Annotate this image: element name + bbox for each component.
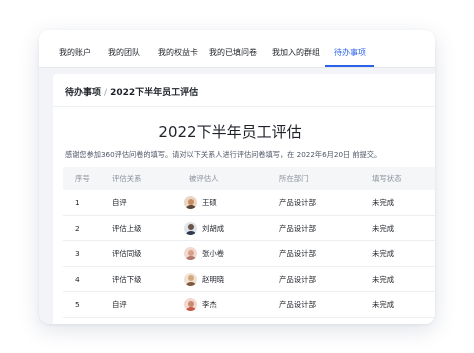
tab-my-team[interactable]: 我的团队 [108, 30, 140, 68]
row-relation: 评估同级 [112, 249, 142, 258]
table-row[interactable]: 2 评估上级 刘胡成 产品设计部 未完成 [63, 216, 435, 241]
tab-my-groups[interactable]: 我加入的群组 [272, 30, 320, 68]
header-relation: 评估关系 [112, 174, 142, 183]
person-name: 赵明晓 [202, 274, 225, 284]
row-relation: 评估下级 [112, 274, 142, 284]
row-department: 产品设计部 [279, 274, 316, 284]
table-row[interactable]: 4 评估下级 赵明晓 产品设计部 未完成 [63, 267, 435, 292]
row-department: 产品设计部 [279, 223, 316, 233]
tab-my-benefit-card[interactable]: 我的权益卡 [158, 30, 198, 68]
row-department: 产品设计部 [279, 198, 316, 207]
header-status: 填写状态 [372, 174, 402, 183]
evaluation-table: 序号 评估关系 被评估人 所在部门 填写状态 1 自评 王硕 产品设计部 未完成 [63, 167, 435, 318]
row-person: 王硕 [184, 196, 217, 209]
row-person: 张小卷 [184, 247, 224, 260]
breadcrumb: 待办事项/2022下半年员工评估 [65, 85, 198, 98]
app-window: 我的账户 我的团队 我的权益卡 我的已填问卷 我加入的群组 待办事项 待办事项 /… [39, 30, 435, 324]
row-status: 未完成 [372, 249, 395, 258]
row-person: 赵明晓 [184, 272, 225, 286]
tab-my-account[interactable]: 我的账户 [59, 30, 91, 68]
row-status: 未完成 [372, 198, 395, 207]
row-department: 产品设计部 [279, 249, 316, 258]
row-index: 1 [75, 198, 80, 207]
tab-bar: 我的账户 我的团队 我的权益卡 我的已填问卷 我加入的群组 待办事项 [39, 30, 435, 68]
page-description: 感谢您参加360评估问卷的填写。请对以下关系人进行评估问卷填写，在 2022年6… [65, 150, 382, 159]
avatar-icon [184, 298, 197, 311]
table-row[interactable]: 1 自评 王硕 产品设计部 未完成 [63, 190, 435, 216]
row-index: 2 [75, 223, 80, 233]
person-name: 李杰 [202, 300, 217, 309]
breadcrumb-current: 2022下半年员工评估 [110, 88, 199, 98]
row-index: 4 [75, 274, 80, 284]
header-person: 被评估人 [189, 174, 219, 183]
row-relation: 评估上级 [112, 223, 142, 233]
row-status: 未完成 [372, 300, 395, 309]
tab-my-filled-surveys[interactable]: 我的已填问卷 [209, 30, 257, 68]
avatar-icon [184, 221, 197, 235]
row-relation: 自评 [112, 300, 127, 309]
table-header: 序号 评估关系 被评估人 所在部门 填写状态 [63, 167, 435, 190]
active-tab-indicator [325, 65, 374, 67]
breadcrumb-separator: / [104, 88, 108, 98]
table-row[interactable]: 5 自评 李杰 产品设计部 未完成 [63, 292, 435, 318]
header-divider [53, 106, 435, 107]
row-index: 5 [75, 300, 80, 309]
breadcrumb-parent[interactable]: 待办事项 [65, 88, 101, 98]
content-card: 待办事项/2022下半年员工评估 2022下半年员工评估 感谢您参加360评估问… [53, 74, 435, 324]
avatar-icon [184, 247, 197, 260]
row-index: 3 [75, 249, 80, 258]
row-person: 刘胡成 [184, 221, 225, 235]
avatar-icon [184, 272, 197, 286]
table-row[interactable]: 3 评估同级 张小卷 产品设计部 未完成 [63, 241, 435, 267]
header-department: 所在部门 [279, 174, 309, 183]
person-name: 王硕 [202, 198, 217, 207]
row-relation: 自评 [112, 198, 127, 207]
person-name: 刘胡成 [202, 223, 225, 233]
row-status: 未完成 [372, 274, 395, 284]
header-index: 序号 [75, 174, 90, 183]
tab-todo[interactable]: 待办事项 [334, 30, 366, 68]
row-department: 产品设计部 [279, 300, 316, 309]
row-status: 未完成 [372, 223, 395, 233]
page-title: 2022下半年员工评估 [158, 123, 302, 141]
person-name: 张小卷 [202, 249, 225, 258]
row-person: 李杰 [184, 298, 217, 311]
avatar-icon [184, 196, 197, 209]
